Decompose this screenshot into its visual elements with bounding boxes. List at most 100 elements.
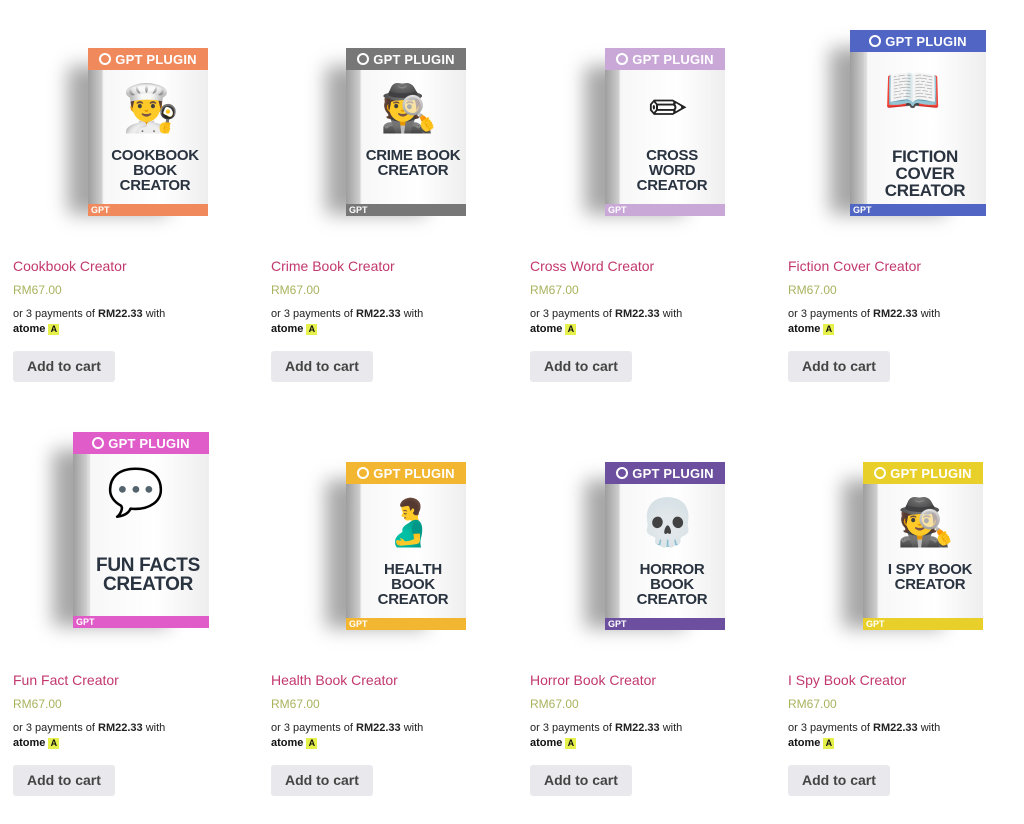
product-title-link[interactable]: I Spy Book Creator <box>788 672 1024 690</box>
product-price: RM67.00 <box>13 697 62 711</box>
product-card: GPT PLUGIN 👨‍🍳 COOKBOOK BOOK CREATOR GPT… <box>13 10 253 382</box>
box-corner: GPT <box>850 204 986 216</box>
stomach-icon: 🫃 <box>380 496 438 548</box>
product-card: GPT PLUGIN ✏ CROSS WORD CREATOR GPT Cros… <box>530 10 770 382</box>
box-brand: GPT PLUGIN <box>890 465 972 481</box>
chef-icon: 👨‍🍳 <box>122 82 180 134</box>
box-side <box>346 462 360 630</box>
installment-prefix: or 3 payments of <box>271 308 356 320</box>
product-title-link[interactable]: Cross Word Creator <box>530 258 770 276</box>
product-price: RM67.00 <box>13 283 62 297</box>
openai-logo-icon <box>357 53 370 65</box>
add-to-cart-button[interactable]: Add to cart <box>788 351 890 382</box>
installment-text: or 3 payments of RM22.33 with <box>271 307 511 322</box>
installment-prefix: or 3 payments of <box>530 308 615 320</box>
product-title-link[interactable]: Health Book Creator <box>271 672 511 690</box>
product-image[interactable]: GPT PLUGIN 🫃 HEALTH BOOK CREATOR GPT <box>271 424 511 669</box>
did-you-know-icon: 💬 <box>107 466 165 518</box>
openai-logo-icon <box>99 53 112 65</box>
add-to-cart-button[interactable]: Add to cart <box>13 765 115 796</box>
installment-text: or 3 payments of RM22.33 with <box>271 721 511 736</box>
installment-prefix: or 3 payments of <box>13 722 98 734</box>
product-price: RM67.00 <box>271 283 320 297</box>
atome-logo: atome <box>271 323 304 335</box>
openai-logo-icon <box>92 437 105 449</box>
box-title: CROSS WORD CREATOR <box>636 147 708 194</box>
add-to-cart-button[interactable]: Add to cart <box>530 351 632 382</box>
box-brand-band: GPT PLUGIN <box>88 48 208 70</box>
installment-suffix: with <box>659 722 683 734</box>
installment-suffix: with <box>917 722 941 734</box>
installment-suffix: with <box>400 308 424 320</box>
product-title-link[interactable]: Fun Fact Creator <box>13 672 253 690</box>
box-side <box>73 432 87 628</box>
installment-text: or 3 payments of RM22.33 with <box>530 307 770 322</box>
box-title: FICTION COVER CREATOR <box>884 147 966 200</box>
atome-badge: atome A <box>788 322 1024 337</box>
installment-prefix: or 3 payments of <box>788 722 873 734</box>
product-image[interactable]: GPT PLUGIN ✏ CROSS WORD CREATOR GPT <box>530 10 770 255</box>
detective-icon: 🕵 <box>897 496 955 548</box>
product-image[interactable]: GPT PLUGIN 💀 HORROR BOOK CREATOR GPT <box>530 424 770 669</box>
box-brand: GPT PLUGIN <box>885 33 967 49</box>
atome-icon: A <box>565 738 577 749</box>
product-title-link[interactable]: Crime Book Creator <box>271 258 511 276</box>
product-card: GPT PLUGIN 💬 FUN FACTS CREATOR GPT Fun F… <box>13 424 253 796</box>
atome-logo: atome <box>13 323 46 335</box>
box-corner: GPT <box>346 618 466 630</box>
atome-badge: atome A <box>530 736 770 751</box>
installment-suffix: with <box>917 308 941 320</box>
box-title: I SPY BOOK CREATOR <box>887 561 973 593</box>
box-title: HORROR BOOK CREATOR <box>636 561 708 608</box>
product-image[interactable]: GPT PLUGIN 💬 FUN FACTS CREATOR GPT <box>13 424 253 669</box>
installment-amount: RM22.33 <box>615 722 660 734</box>
product-image[interactable]: GPT PLUGIN 👨‍🍳 COOKBOOK BOOK CREATOR GPT <box>13 10 253 255</box>
product-image[interactable]: GPT PLUGIN 🕵 I SPY BOOK CREATOR GPT <box>788 424 1024 669</box>
openai-logo-icon <box>616 467 629 479</box>
box-corner: GPT <box>346 204 466 216</box>
box-side <box>346 48 360 216</box>
atome-badge: atome A <box>788 736 1024 751</box>
box-brand: GPT PLUGIN <box>632 51 714 67</box>
box-brand-band: GPT PLUGIN <box>73 432 209 454</box>
openai-logo-icon <box>616 53 629 65</box>
installment-suffix: with <box>142 308 166 320</box>
product-card: GPT PLUGIN 🕵 CRIME BOOK CREATOR GPT Crim… <box>271 10 511 382</box>
atome-icon: A <box>306 738 318 749</box>
product-price: RM67.00 <box>530 283 579 297</box>
openai-logo-icon <box>869 35 882 47</box>
product-card: GPT PLUGIN 🕵 I SPY BOOK CREATOR GPT I Sp… <box>788 424 1024 796</box>
add-to-cart-button[interactable]: Add to cart <box>271 765 373 796</box>
box-brand-band: GPT PLUGIN <box>346 462 466 484</box>
add-to-cart-button[interactable]: Add to cart <box>13 351 115 382</box>
box-corner: GPT <box>88 204 208 216</box>
box-corner: GPT <box>605 618 725 630</box>
atome-icon: A <box>48 738 60 749</box>
product-image[interactable]: GPT PLUGIN 🕵 CRIME BOOK CREATOR GPT <box>271 10 511 255</box>
product-card: GPT PLUGIN 📖 FICTION COVER CREATOR GPT F… <box>788 10 1024 382</box>
add-to-cart-button[interactable]: Add to cart <box>530 765 632 796</box>
atome-badge: atome A <box>271 736 511 751</box>
installment-amount: RM22.33 <box>615 308 660 320</box>
product-title-link[interactable]: Fiction Cover Creator <box>788 258 1024 276</box>
product-title-link[interactable]: Cookbook Creator <box>13 258 253 276</box>
installment-prefix: or 3 payments of <box>788 308 873 320</box>
installment-amount: RM22.33 <box>873 722 918 734</box>
box-side <box>605 48 619 216</box>
installment-amount: RM22.33 <box>873 308 918 320</box>
box-title: CRIME BOOK CREATOR <box>365 147 461 179</box>
add-to-cart-button[interactable]: Add to cart <box>271 351 373 382</box>
installment-prefix: or 3 payments of <box>530 722 615 734</box>
crossword-pencil-icon: ✏ <box>648 82 688 134</box>
product-image[interactable]: GPT PLUGIN 📖 FICTION COVER CREATOR GPT <box>788 10 1024 255</box>
box-title: COOKBOOK BOOK CREATOR <box>111 147 199 194</box>
product-title-link[interactable]: Horror Book Creator <box>530 672 770 690</box>
installment-prefix: or 3 payments of <box>271 722 356 734</box>
box-brand: GPT PLUGIN <box>108 435 190 451</box>
add-to-cart-button[interactable]: Add to cart <box>788 765 890 796</box>
atome-badge: atome A <box>13 736 253 751</box>
box-title: HEALTH BOOK CREATOR <box>377 561 449 608</box>
atome-logo: atome <box>788 737 821 749</box>
atome-icon: A <box>823 324 835 335</box>
product-box: GPT PLUGIN 🕵 CRIME BOOK CREATOR GPT <box>346 48 466 216</box>
